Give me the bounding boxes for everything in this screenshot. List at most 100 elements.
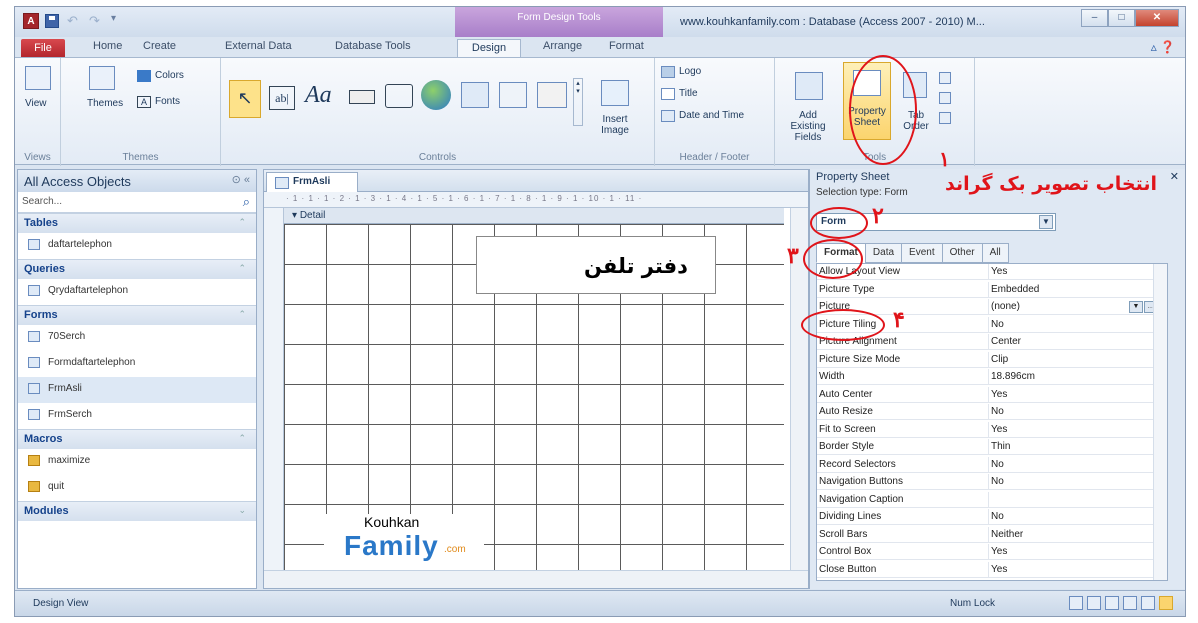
view-button[interactable]: View [25, 98, 47, 109]
themes-button[interactable]: Themes [87, 98, 123, 109]
option-group-icon[interactable] [537, 82, 567, 108]
nav-section-tables[interactable]: Tables ⌃ [18, 213, 256, 233]
nav-item-form[interactable]: 70Serch [18, 325, 256, 351]
chevron-up-icon[interactable]: ⌃ [238, 217, 246, 228]
nav-section-modules[interactable]: Modules ⌄ [18, 501, 256, 521]
property-value[interactable]: No [991, 459, 1004, 473]
property-row[interactable]: Border Style Thin [817, 439, 1167, 456]
button-icon[interactable] [349, 90, 375, 104]
select-pointer-icon[interactable]: ↖ [229, 80, 261, 118]
property-value[interactable]: Yes [991, 266, 1007, 280]
search-icon[interactable]: ⌕ [243, 194, 250, 210]
tab-all[interactable]: All [981, 243, 1009, 263]
property-value[interactable]: Clip [991, 354, 1008, 368]
tab-external-data[interactable]: External Data [225, 40, 292, 57]
property-row[interactable]: Scroll Bars Neither [817, 526, 1167, 543]
property-value[interactable]: Center [991, 336, 1021, 350]
property-row[interactable]: Width 18.896cm [817, 369, 1167, 386]
close-button[interactable]: ✕ [1135, 9, 1179, 27]
themes-icon[interactable] [89, 66, 115, 90]
nav-item-form[interactable]: FrmSerch [18, 403, 256, 429]
chevron-down-icon[interactable]: ⌄ [238, 505, 246, 516]
property-row[interactable]: Allow Layout View Yes [817, 264, 1167, 281]
pivot-chart-view-icon[interactable] [1123, 596, 1137, 610]
datasheet-view-icon[interactable] [1087, 596, 1101, 610]
property-row[interactable]: Picture Size Mode Clip [817, 351, 1167, 368]
nav-search-input[interactable]: Search... [22, 196, 62, 207]
detail-section-bar[interactable]: ▾ Detail [284, 208, 784, 224]
property-row[interactable]: Record Selectors No [817, 456, 1167, 473]
title-button[interactable]: Title [679, 88, 698, 99]
form-title-label[interactable]: دفتر تلفن [584, 254, 688, 278]
add-existing-fields-button[interactable]: Add Existing Fields [781, 110, 835, 143]
logo-icon[interactable] [661, 66, 675, 78]
tab-home[interactable]: Home [93, 40, 122, 57]
tab-design[interactable]: Design [457, 39, 521, 58]
view-icon[interactable] [25, 66, 51, 90]
colors-icon[interactable] [137, 70, 151, 82]
tab-file[interactable]: File [21, 39, 65, 57]
nav-section-queries[interactable]: Queries ⌃ [18, 259, 256, 279]
nav-item-form-selected[interactable]: FrmAsli [18, 377, 256, 403]
colors-button[interactable]: Colors [155, 70, 184, 81]
nav-search-box[interactable]: Search... ⌕ [18, 192, 256, 213]
insert-image-icon[interactable] [601, 80, 629, 106]
nav-item-form[interactable]: Formdaftartelephon [18, 351, 256, 377]
chevron-up-icon[interactable]: ⌃ [238, 433, 246, 444]
chevron-up-icon[interactable]: ⌃ [238, 309, 246, 320]
tab-create[interactable]: Create [143, 40, 176, 57]
web-browser-icon[interactable] [461, 82, 489, 108]
fonts-icon[interactable]: A [137, 96, 151, 108]
navigation-control-icon[interactable] [499, 82, 527, 108]
nav-item-query[interactable]: Qrydaftartelephon [18, 279, 256, 305]
property-value[interactable]: Yes [991, 424, 1007, 438]
property-row[interactable]: Auto Center Yes [817, 386, 1167, 403]
property-row[interactable]: Navigation Buttons No [817, 474, 1167, 491]
text-box-icon[interactable]: ab| [269, 86, 295, 110]
nav-section-forms[interactable]: Forms ⌃ [18, 305, 256, 325]
property-value[interactable]: Neither [991, 529, 1023, 543]
close-icon[interactable]: ✕ [1170, 170, 1179, 183]
nav-item-macro[interactable]: quit [18, 475, 256, 501]
minimize-button[interactable]: – [1081, 9, 1108, 27]
property-value[interactable]: Yes [991, 389, 1007, 403]
customize-qat-icon[interactable]: ▾ [111, 13, 116, 29]
tab-other[interactable]: Other [941, 243, 983, 263]
pivot-table-view-icon[interactable] [1105, 596, 1119, 610]
maximize-button[interactable]: □ [1108, 9, 1135, 27]
nav-pane-header[interactable]: All Access Objects ⊙ « [18, 170, 256, 192]
form-view-icon[interactable] [1069, 596, 1083, 610]
property-row[interactable]: Auto Resize No [817, 404, 1167, 421]
property-row[interactable]: Control Box Yes [817, 544, 1167, 561]
horizontal-scrollbar[interactable] [264, 570, 808, 588]
hyperlink-icon[interactable] [421, 80, 451, 110]
tab-event[interactable]: Event [901, 243, 943, 263]
undo-icon[interactable]: ↶ [67, 13, 78, 29]
property-value[interactable]: Thin [991, 441, 1010, 455]
controls-scroll-icon[interactable]: ▴ ▾ [573, 78, 583, 126]
tab-frmasli[interactable]: FrmAsli [266, 172, 358, 192]
property-value[interactable]: 18.896cm [991, 371, 1035, 385]
nav-item-macro[interactable]: maximize [18, 449, 256, 475]
insert-image-button[interactable]: Insert Image [595, 114, 635, 136]
tab-arrange[interactable]: Arrange [543, 40, 582, 57]
date-time-button[interactable]: Date and Time [679, 110, 744, 121]
chevron-up-icon[interactable]: ⌃ [238, 263, 246, 274]
property-row[interactable]: Fit to Screen Yes [817, 421, 1167, 438]
tab-database-tools[interactable]: Database Tools [335, 40, 411, 57]
layout-view-icon[interactable] [1141, 596, 1155, 610]
property-value[interactable]: Yes [991, 546, 1007, 560]
nav-item-table[interactable]: daftartelephon [18, 233, 256, 259]
form-design-grid[interactable]: دفتر تلفن Kouhkan Family .com [284, 224, 784, 570]
property-value[interactable]: No [991, 406, 1004, 420]
subform-icon[interactable] [939, 72, 951, 84]
label-icon[interactable]: Aa [305, 82, 332, 109]
property-value[interactable]: (none) [991, 301, 1020, 315]
nav-section-macros[interactable]: Macros ⌃ [18, 429, 256, 449]
logo-button[interactable]: Logo [679, 66, 701, 77]
property-value[interactable]: No [991, 319, 1004, 333]
property-row[interactable]: Picture Type Embedded [817, 281, 1167, 298]
access-app-icon[interactable]: A [23, 13, 39, 29]
chevron-down-icon[interactable]: ▼ [1039, 215, 1053, 229]
tab-format[interactable]: Format [609, 40, 644, 57]
